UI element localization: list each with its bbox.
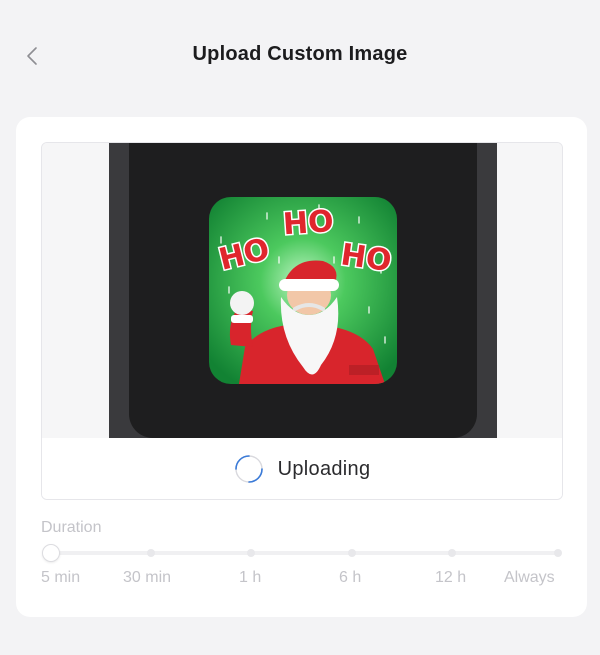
slider-stop[interactable] [554,549,562,557]
page-title: Upload Custom Image [192,43,408,65]
duration-option-5min[interactable]: 5 min [41,569,80,587]
slider-thumb[interactable] [42,544,60,562]
loading-spinner-icon [234,455,263,483]
duration-slider[interactable] [41,544,563,565]
preview-box: HO HO HO Uploading [41,142,563,500]
upload-card: HO HO HO Uploading Duration 5 min 30 min… [16,117,587,617]
upload-status-label: Uploading [277,457,371,480]
header: Upload Custom Image [0,0,600,112]
slider-stop[interactable] [147,549,155,557]
slider-stop[interactable] [448,549,456,557]
device-screen: HO HO HO [129,143,477,438]
duration-option-12h[interactable]: 12 h [435,569,466,587]
duration-option-always[interactable]: Always [504,569,555,587]
device-frame: HO HO HO [109,143,497,438]
image-text-3: HO [339,237,394,279]
upload-status: Uploading [42,438,562,499]
duration-label: Duration [41,519,102,536]
duration-option-6h[interactable]: 6 h [339,569,361,587]
duration-options: 5 min 30 min 1 h 6 h 12 h Always [41,569,563,591]
custom-image-preview: HO HO HO [209,197,397,384]
slider-stop[interactable] [348,549,356,557]
santa-image: HO HO HO [209,197,397,384]
duration-option-30min[interactable]: 30 min [123,569,171,587]
image-text-2: HO [282,204,335,242]
device-preview: HO HO HO [42,143,562,438]
slider-stop[interactable] [247,549,255,557]
duration-option-1h[interactable]: 1 h [239,569,261,587]
slider-track[interactable] [49,551,559,555]
